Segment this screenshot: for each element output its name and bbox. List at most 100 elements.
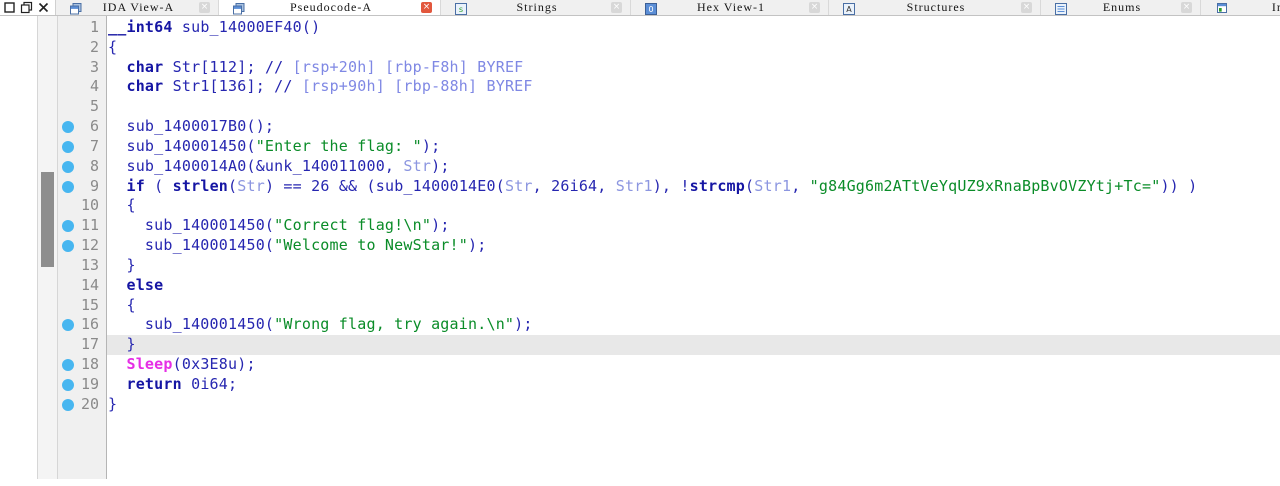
code-token: ); (422, 137, 440, 155)
line-gutter-cell[interactable]: 2 (58, 38, 107, 58)
close-button[interactable] (37, 1, 50, 14)
code-text[interactable]: sub_1400017B0(); (107, 117, 1280, 137)
code-line: 16 sub_140001450("Wrong flag, try again.… (58, 315, 1280, 335)
scrollbar-thumb[interactable] (41, 172, 54, 267)
line-gutter-cell[interactable]: 10 (58, 196, 107, 216)
breakpoint-dot[interactable] (62, 121, 74, 133)
line-gutter-cell[interactable]: 18 (58, 355, 107, 375)
tab-close-button[interactable]: × (611, 2, 622, 13)
line-gutter-cell[interactable]: 6 (58, 117, 107, 137)
line-number: 20 (81, 395, 99, 413)
code-text[interactable]: sub_1400014A0(&unk_140011000, Str); (107, 157, 1280, 177)
code-token: { (108, 196, 136, 214)
code-text[interactable]: char Str[112]; // [rsp+20h] [rbp-F8h] BY… (107, 58, 1280, 78)
line-gutter-cell[interactable]: 15 (58, 296, 107, 316)
code-token: sub_140001450( (108, 315, 274, 333)
code-token: 0i64; (182, 375, 237, 393)
code-text[interactable]: else (107, 276, 1280, 296)
tab-close-button[interactable]: × (1021, 2, 1032, 13)
line-gutter-cell[interactable]: 3 (58, 58, 107, 78)
code-token: ); (431, 157, 449, 175)
line-gutter-cell[interactable]: 16 (58, 315, 107, 335)
breakpoint-dot[interactable] (62, 161, 74, 173)
code-text[interactable]: { (107, 196, 1280, 216)
tab-structures[interactable]: AStructures × (829, 0, 1041, 15)
code-token: { (108, 296, 136, 314)
code-line: 3 char Str[112]; // [rsp+20h] [rbp-F8h] … (58, 58, 1280, 78)
code-text[interactable] (107, 97, 1280, 117)
line-number: 8 (90, 157, 99, 175)
line-gutter-cell[interactable]: 8 (58, 157, 107, 177)
tab-enums[interactable]: Enums× (1041, 0, 1201, 15)
line-gutter-cell[interactable]: 11 (58, 216, 107, 236)
line-number: 4 (90, 77, 99, 95)
code-token: char (126, 58, 163, 76)
code-token: Str1 (616, 177, 653, 195)
scrollbar-track[interactable] (37, 16, 58, 479)
tab-label: Structures (855, 0, 1017, 15)
code-token: } (108, 335, 136, 353)
line-gutter-cell[interactable]: 20 (58, 395, 107, 415)
breakpoint-dot[interactable] (62, 359, 74, 371)
code-text[interactable]: if ( strlen(Str) == 26 && (sub_1400014E0… (107, 177, 1280, 197)
breakpoint-dot[interactable] (62, 399, 74, 411)
code-text[interactable]: { (107, 296, 1280, 316)
code-text[interactable]: sub_140001450("Welcome to NewStar!"); (107, 236, 1280, 256)
tab-close-button[interactable]: × (421, 2, 432, 13)
structures-icon: A (843, 2, 855, 14)
code-line: 1__int64 sub_14000EF40() (58, 18, 1280, 38)
code-text[interactable]: __int64 sub_14000EF40() (107, 18, 1280, 38)
svg-text:A: A (846, 5, 852, 14)
line-gutter-cell[interactable]: 13 (58, 256, 107, 276)
tab-hex-view-1[interactable]: 0Hex View-1× (631, 0, 829, 15)
line-number: 16 (81, 315, 99, 333)
code-text[interactable]: } (107, 395, 1280, 415)
line-gutter-cell[interactable]: 14 (58, 276, 107, 296)
code-text[interactable]: } (107, 335, 1280, 355)
code-text[interactable]: { (107, 38, 1280, 58)
code-text[interactable]: } (107, 256, 1280, 276)
line-number: 13 (81, 256, 99, 274)
tab-strings[interactable]: sStrings× (441, 0, 631, 15)
tab-close-button[interactable]: × (809, 2, 820, 13)
code-line: 11 sub_140001450("Correct flag!\n"); (58, 216, 1280, 236)
code-token: , 26i64, (533, 177, 616, 195)
code-token: Str (237, 177, 265, 195)
code-line: 19 return 0i64; (58, 375, 1280, 395)
code-token: [rsp+90h] [rbp-88h] BYREF (293, 77, 533, 95)
restore-button[interactable] (20, 1, 33, 14)
line-gutter-cell[interactable]: 7 (58, 137, 107, 157)
line-gutter-cell[interactable]: 5 (58, 97, 107, 117)
code-token: ( (745, 177, 754, 195)
tab-imports[interactable]: Imports (1201, 0, 1280, 15)
tab-pseudocode-a[interactable]: Pseudocode-A × (219, 0, 441, 15)
code-text[interactable]: sub_140001450("Correct flag!\n"); (107, 216, 1280, 236)
breakpoint-dot[interactable] (62, 379, 74, 391)
maximize-button[interactable] (3, 1, 16, 14)
line-gutter-cell[interactable]: 12 (58, 236, 107, 256)
line-gutter-cell[interactable]: 19 (58, 375, 107, 395)
code-text[interactable]: Sleep(0x3E8u); (107, 355, 1280, 375)
breakpoint-dot[interactable] (62, 240, 74, 252)
code-token (108, 375, 126, 393)
svg-text:0: 0 (648, 5, 653, 14)
code-text[interactable]: return 0i64; (107, 375, 1280, 395)
line-gutter-cell[interactable]: 4 (58, 77, 107, 97)
line-gutter-cell[interactable]: 1 (58, 18, 107, 38)
tab-close-button[interactable]: × (1181, 2, 1192, 13)
code-token: ); (431, 216, 449, 234)
breakpoint-dot[interactable] (62, 319, 74, 331)
breakpoint-dot[interactable] (62, 181, 74, 193)
tab-ida-view-a[interactable]: IDA View-A× (56, 0, 219, 15)
code-text[interactable]: sub_140001450("Enter the flag: "); (107, 137, 1280, 157)
breakpoint-dot[interactable] (62, 141, 74, 153)
code-text[interactable]: sub_140001450("Wrong flag, try again.\n"… (107, 315, 1280, 335)
breakpoint-dot[interactable] (62, 220, 74, 232)
line-gutter-cell[interactable]: 17 (58, 335, 107, 355)
code-text[interactable]: char Str1[136]; // [rsp+90h] [rbp-88h] B… (107, 77, 1280, 97)
tab-label: Pseudocode-A (245, 0, 417, 15)
tab-label: Strings (467, 0, 607, 15)
tab-close-button[interactable]: × (199, 2, 210, 13)
code-token: sub_14000EF40() (173, 18, 321, 36)
line-gutter-cell[interactable]: 9 (58, 177, 107, 197)
